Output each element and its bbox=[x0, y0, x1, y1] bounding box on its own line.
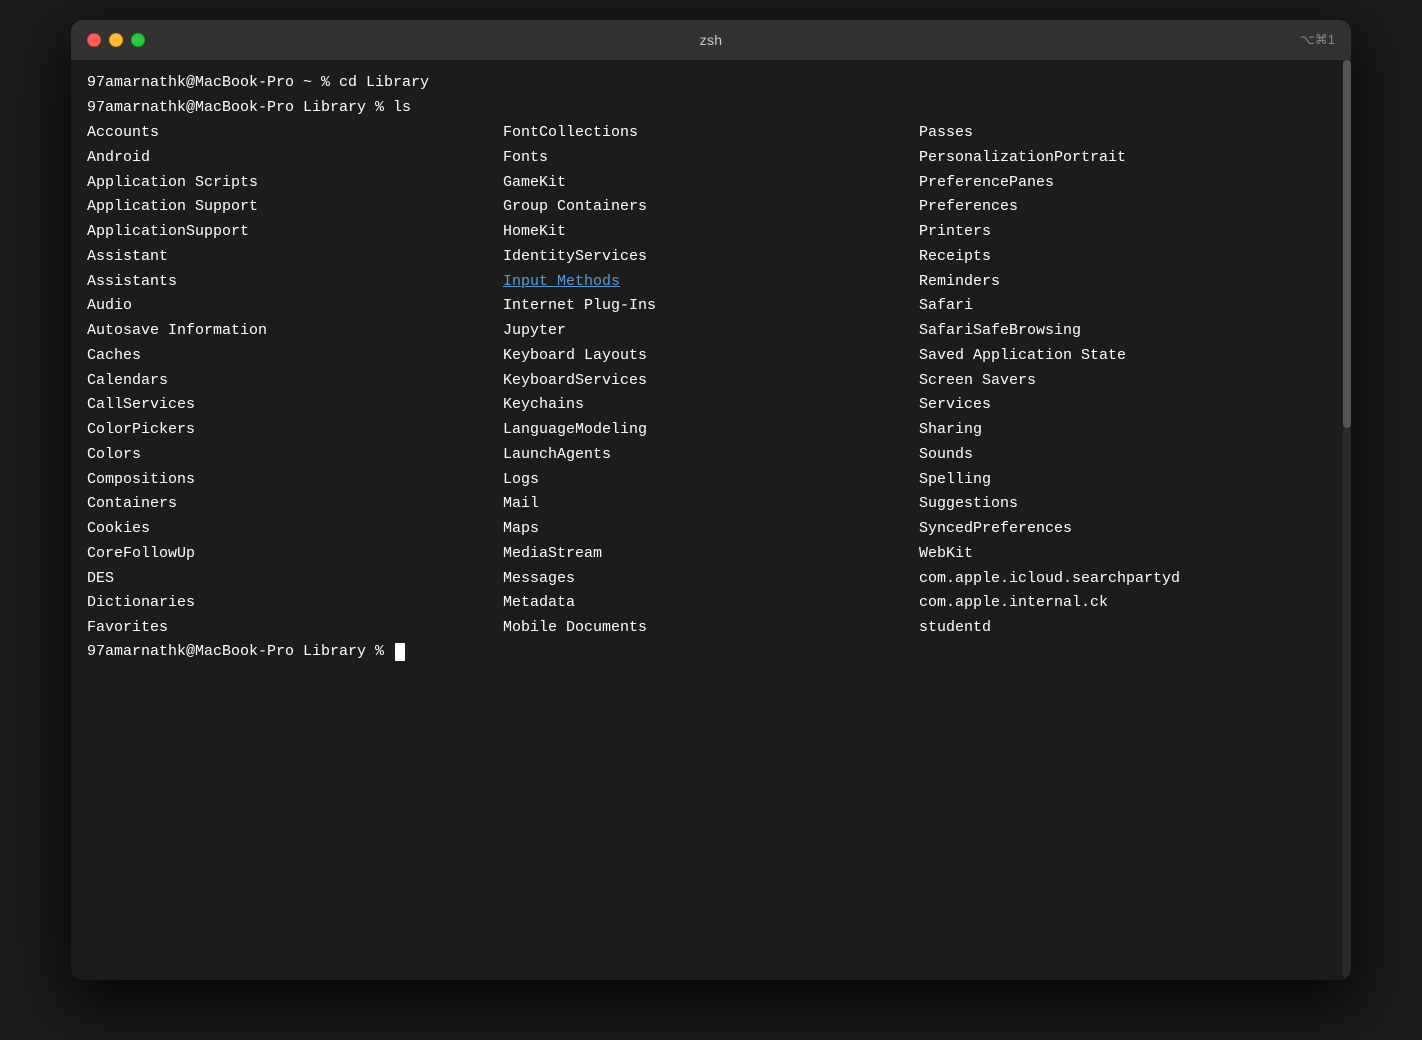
ls-item: Android bbox=[87, 146, 503, 171]
ls-item: Fonts bbox=[503, 146, 919, 171]
ls-item: Application Scripts bbox=[87, 171, 503, 196]
ls-item: com.apple.icloud.searchpartyd bbox=[919, 567, 1335, 592]
ls-item: Passes bbox=[919, 121, 1335, 146]
ls-item: Assistants bbox=[87, 270, 503, 295]
ls-item: Receipts bbox=[919, 245, 1335, 270]
ls-item: DES bbox=[87, 567, 503, 592]
ls-item: Services bbox=[919, 393, 1335, 418]
ls-item: Safari bbox=[919, 294, 1335, 319]
ls-item: studentd bbox=[919, 616, 1335, 641]
ls-item: MediaStream bbox=[503, 542, 919, 567]
ls-item: Assistant bbox=[87, 245, 503, 270]
ls-item: Compositions bbox=[87, 468, 503, 493]
ls-item: FontCollections bbox=[503, 121, 919, 146]
ls-item: Colors bbox=[87, 443, 503, 468]
ls-item: Saved Application State bbox=[919, 344, 1335, 369]
ls-item: Cookies bbox=[87, 517, 503, 542]
terminal-body[interactable]: 97amarnathk@MacBook-Pro ~ % cd Library 9… bbox=[71, 60, 1351, 980]
ls-item: Maps bbox=[503, 517, 919, 542]
ls-item: Suggestions bbox=[919, 492, 1335, 517]
keyboard-shortcut: ⌥⌘1 bbox=[1300, 32, 1335, 48]
ls-item: Logs bbox=[503, 468, 919, 493]
ls-item: com.apple.internal.ck bbox=[919, 591, 1335, 616]
scrollbar-thumb[interactable] bbox=[1343, 60, 1351, 428]
ls-item: Keychains bbox=[503, 393, 919, 418]
scrollbar-track[interactable] bbox=[1343, 60, 1351, 980]
prompt-line-1: 97amarnathk@MacBook-Pro ~ % cd Library bbox=[87, 72, 1335, 95]
ls-item: Printers bbox=[919, 220, 1335, 245]
ls-item: PreferencePanes bbox=[919, 171, 1335, 196]
prompt-line-2: 97amarnathk@MacBook-Pro Library % ls bbox=[87, 97, 1335, 120]
ls-item: Application Support bbox=[87, 195, 503, 220]
ls-item: Sharing bbox=[919, 418, 1335, 443]
title-bar: zsh ⌥⌘1 bbox=[71, 20, 1351, 60]
ls-item: Calendars bbox=[87, 369, 503, 394]
ls-item: Containers bbox=[87, 492, 503, 517]
ls-item: Messages bbox=[503, 567, 919, 592]
ls-item: Mobile Documents bbox=[503, 616, 919, 641]
prompt-line-3: 97amarnathk@MacBook-Pro Library % bbox=[87, 641, 1335, 664]
terminal-window: zsh ⌥⌘1 97amarnathk@MacBook-Pro ~ % cd L… bbox=[71, 20, 1351, 980]
ls-item: Jupyter bbox=[503, 319, 919, 344]
ls-item: CoreFollowUp bbox=[87, 542, 503, 567]
ls-item: Metadata bbox=[503, 591, 919, 616]
ls-item: LanguageModeling bbox=[503, 418, 919, 443]
ls-item: Screen Savers bbox=[919, 369, 1335, 394]
ls-item: WebKit bbox=[919, 542, 1335, 567]
traffic-lights bbox=[87, 33, 145, 47]
ls-item: SafariSafeBrowsing bbox=[919, 319, 1335, 344]
ls-item[interactable]: Input Methods bbox=[503, 270, 919, 295]
ls-item: Favorites bbox=[87, 616, 503, 641]
maximize-button[interactable] bbox=[131, 33, 145, 47]
ls-item: IdentityServices bbox=[503, 245, 919, 270]
ls-item: LaunchAgents bbox=[503, 443, 919, 468]
ls-item: Reminders bbox=[919, 270, 1335, 295]
ls-item: Mail bbox=[503, 492, 919, 517]
window-title: zsh bbox=[700, 32, 723, 48]
close-button[interactable] bbox=[87, 33, 101, 47]
ls-item: ColorPickers bbox=[87, 418, 503, 443]
ls-item: PersonalizationPortrait bbox=[919, 146, 1335, 171]
ls-item: Caches bbox=[87, 344, 503, 369]
ls-item: Spelling bbox=[919, 468, 1335, 493]
ls-item: ApplicationSupport bbox=[87, 220, 503, 245]
ls-item: KeyboardServices bbox=[503, 369, 919, 394]
ls-item: Preferences bbox=[919, 195, 1335, 220]
ls-item: Autosave Information bbox=[87, 319, 503, 344]
cursor bbox=[395, 643, 405, 661]
ls-item: Keyboard Layouts bbox=[503, 344, 919, 369]
ls-item: Sounds bbox=[919, 443, 1335, 468]
ls-item: Internet Plug-Ins bbox=[503, 294, 919, 319]
ls-item: GameKit bbox=[503, 171, 919, 196]
ls-item: Accounts bbox=[87, 121, 503, 146]
ls-item: Audio bbox=[87, 294, 503, 319]
ls-item: Group Containers bbox=[503, 195, 919, 220]
ls-output: AccountsFontCollectionsPasses AndroidFont… bbox=[87, 121, 1335, 641]
ls-item: Dictionaries bbox=[87, 591, 503, 616]
ls-item: SyncedPreferences bbox=[919, 517, 1335, 542]
ls-item: CallServices bbox=[87, 393, 503, 418]
minimize-button[interactable] bbox=[109, 33, 123, 47]
ls-item: HomeKit bbox=[503, 220, 919, 245]
